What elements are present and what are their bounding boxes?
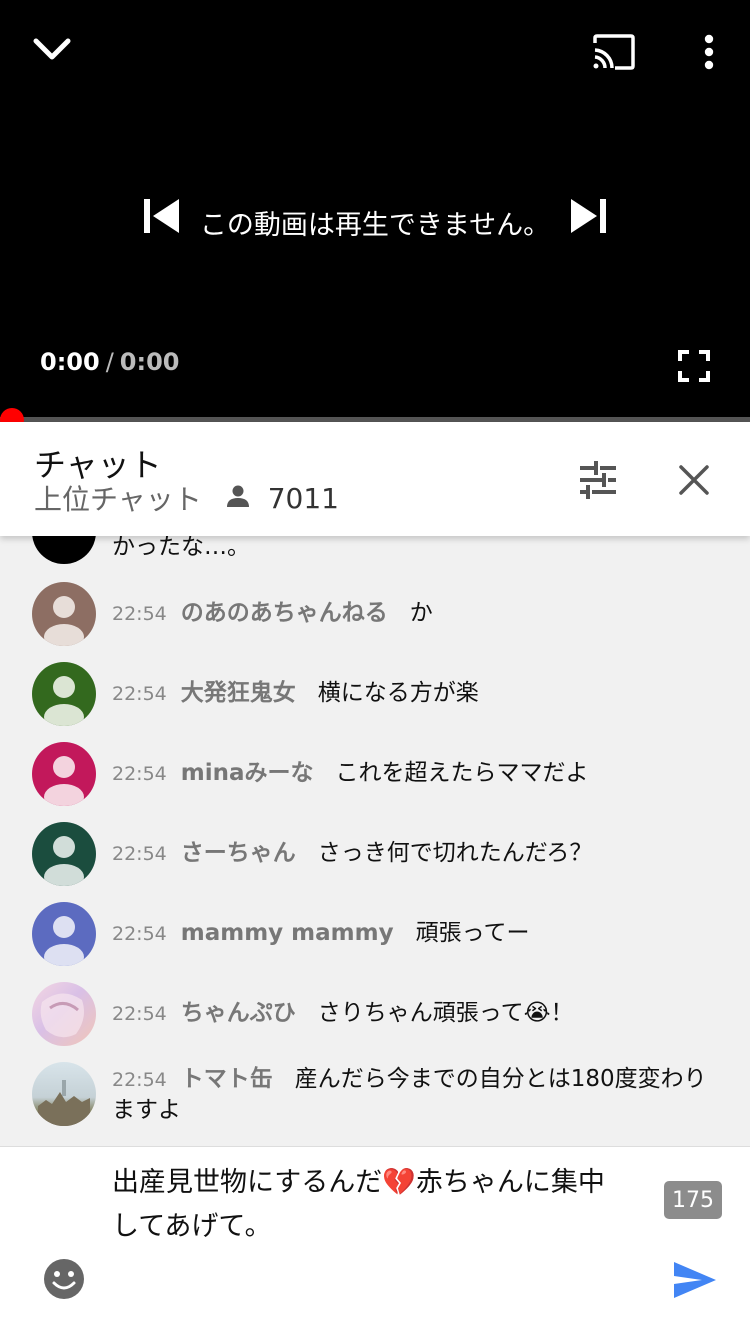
skip-next-icon[interactable] [566,193,612,239]
message-text: か [409,600,433,626]
chat-message-list[interactable]: かったな…。 22:54 のあのあちゃんねるか 22:54 大発狂鬼女 横になる方が楽… [0,536,750,1146]
chat-input[interactable]: 出産見世物にするんだ💔赤ちゃんに集中してあげて。 [112,1161,612,1249]
message-author[interactable]: のあのあちゃんねる [181,600,388,626]
avatar[interactable] [32,582,96,646]
chevron-down-icon[interactable] [22,22,82,78]
chat-message: 22:54 mammy mammy 頑張ってー [0,902,750,982]
skip-previous-icon[interactable] [138,193,184,239]
video-player[interactable]: この動画は再生できません。 0:00/0:00 [0,0,750,420]
close-icon[interactable] [668,454,720,506]
avatar[interactable] [32,982,96,1046]
message-text: かったな…。 [112,536,250,560]
avatar[interactable] [32,536,96,564]
chat-composer: 出産見世物にするんだ💔赤ちゃんに集中してあげて。 175 [0,1146,750,1334]
chat-mode-selector[interactable]: 上位チャット 7011 [34,478,339,518]
chat-message: 22:54 さーちゃん さっき何で切れたんだろ？ [0,822,750,902]
message-author[interactable]: mammy mammy [181,920,394,946]
message-text: 横になる方が楽 [317,680,479,706]
message-time: 22:54 [112,603,167,625]
tune-icon[interactable] [572,456,624,504]
video-unavailable-message: この動画は再生できません。 [199,209,551,241]
message-author[interactable]: さーちゃん [181,840,296,866]
chat-message: 22:54 ちゃんぷひ さりちゃん頑張って😭！ [0,982,750,1062]
message-text: さりちゃん頑張って😭！ [317,1000,574,1026]
avatar[interactable] [32,902,96,966]
message-time: 22:54 [112,923,167,945]
message-time: 22:54 [112,683,167,705]
message-time: 22:54 [112,843,167,865]
chat-message: かったな…。 [0,536,750,570]
avatar[interactable] [32,742,96,806]
message-text: さっき何で切れたんだろ？ [317,840,593,866]
person-icon [226,482,250,515]
duration: 0:00 [119,348,180,376]
message-time: 22:54 [112,1003,167,1025]
fullscreen-icon[interactable] [670,342,718,390]
message-text: これを超えたらママだよ [335,760,589,786]
avatar[interactable] [32,1062,96,1126]
chat-message: 22:54 大発狂鬼女 横になる方が楽 [0,662,750,742]
character-count-badge: 175 [664,1181,722,1219]
message-time: 22:54 [112,763,167,785]
current-time: 0:00 [40,348,100,376]
message-text: 頑張ってー [415,920,530,946]
chat-mode-label: 上位チャット [34,483,202,516]
avatar[interactable] [32,822,96,886]
viewer-count: 7011 [267,481,339,515]
message-author[interactable]: minaみーな [181,760,314,786]
message-time: 22:54 [112,1069,167,1091]
chat-header: チャット 上位チャット 7011 [0,422,750,536]
chat-message: 22:54 minaみーな これを超えたらママだよ [0,742,750,822]
chat-message: 22:54 のあのあちゃんねるか [0,582,750,662]
send-icon[interactable] [670,1255,720,1305]
message-author[interactable]: ちゃんぷひ [181,1000,296,1026]
time-display: 0:00/0:00 [40,348,180,376]
message-author[interactable]: トマト缶 [181,1066,273,1092]
message-author[interactable]: 大発狂鬼女 [181,680,296,706]
time-separator: / [105,348,114,376]
emoji-icon[interactable] [42,1257,86,1301]
cast-icon[interactable] [584,24,644,80]
more-vert-icon[interactable] [684,24,734,80]
chat-message: 22:54 トマト缶 産んだら今までの自分とは180度変わりますよ [0,1062,750,1146]
avatar[interactable] [32,662,96,726]
